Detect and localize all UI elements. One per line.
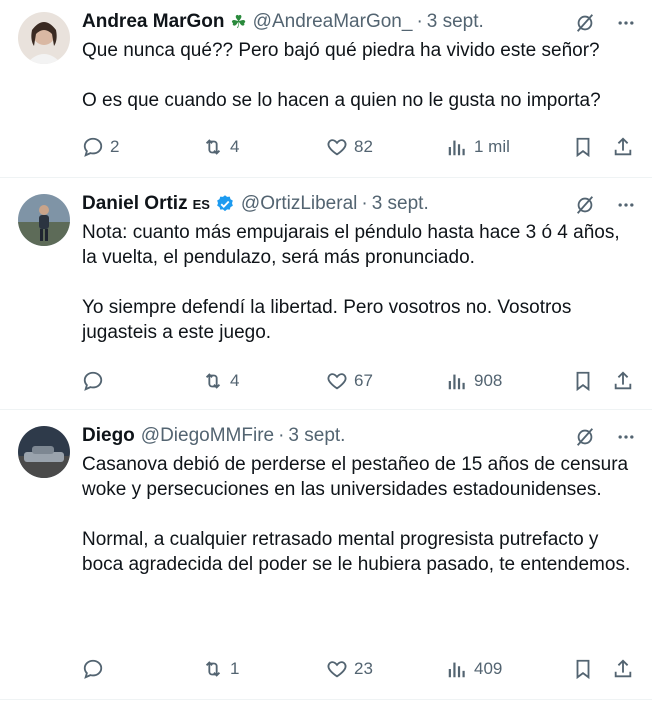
reply-icon	[83, 659, 103, 679]
separator: ·	[416, 11, 423, 32]
heart-icon	[327, 139, 347, 156]
shamrock-icon: ☘	[230, 11, 247, 32]
reply-count: 2	[110, 137, 120, 156]
view-count: 409	[474, 659, 503, 678]
reply-button[interactable]	[82, 658, 202, 680]
views-icon	[448, 374, 465, 390]
bookmark-button[interactable]	[572, 136, 612, 158]
bookmark-button[interactable]	[572, 370, 612, 392]
grok-icon[interactable]	[574, 12, 596, 34]
more-icon[interactable]	[616, 427, 636, 447]
retweet-button[interactable]: 1	[202, 658, 326, 680]
retweet-count: 1	[230, 659, 240, 678]
retweet-button[interactable]: 4	[202, 136, 326, 158]
tweet-date[interactable]: 3 sept.	[427, 11, 484, 33]
author-handle[interactable]: @OrtizLiberal	[241, 193, 357, 215]
avatar[interactable]	[18, 426, 70, 478]
name-tag: ES	[192, 196, 210, 212]
bookmark-icon	[576, 137, 590, 158]
reply-icon	[83, 137, 103, 157]
separator: ·	[361, 193, 368, 214]
retweet-icon	[205, 661, 221, 677]
view-count: 1 mil	[474, 137, 510, 156]
retweet-count: 4	[230, 137, 240, 156]
author-name[interactable]: Andrea MarGon	[82, 11, 225, 33]
retweet-icon	[205, 139, 221, 155]
author-handle[interactable]: @DiegoMMFire	[141, 425, 274, 447]
tweet-text: Que nunca qué?? Pero bajó qué piedra ha …	[82, 40, 601, 111]
grok-icon[interactable]	[574, 426, 596, 448]
tweet-date[interactable]: 3 sept.	[372, 193, 429, 215]
reply-icon	[83, 371, 103, 391]
views-button[interactable]: 908	[446, 370, 572, 392]
grok-icon[interactable]	[574, 194, 596, 216]
like-button[interactable]: 82	[326, 136, 446, 158]
share-button[interactable]	[612, 658, 640, 680]
heart-icon	[327, 373, 347, 390]
views-icon	[448, 662, 465, 678]
view-count: 908	[474, 371, 503, 390]
tweet-andrea[interactable]: Andrea MarGon ☘ @AndreaMarGon_ · 3 sept.…	[0, 0, 652, 178]
retweet-button[interactable]: 4	[202, 370, 326, 392]
share-button[interactable]	[612, 370, 640, 392]
views-button[interactable]: 409	[446, 658, 572, 680]
bookmark-button[interactable]	[572, 658, 612, 680]
share-icon	[614, 371, 632, 390]
avatar[interactable]	[18, 194, 70, 246]
tweet-daniel[interactable]: Daniel Ortiz ES @OrtizLiberal · 3 sept. …	[0, 178, 652, 410]
author-name[interactable]: Diego	[82, 425, 135, 447]
retweet-count: 4	[230, 371, 240, 390]
verified-badge-icon	[215, 194, 235, 214]
retweet-icon	[205, 373, 221, 389]
reply-button[interactable]	[82, 370, 202, 392]
views-icon	[448, 140, 465, 156]
like-button[interactable]: 67	[326, 370, 446, 392]
like-count: 82	[354, 137, 373, 156]
separator: ·	[278, 425, 285, 446]
reply-button[interactable]: 2	[82, 136, 202, 158]
like-count: 23	[354, 659, 373, 678]
more-icon[interactable]	[616, 195, 636, 215]
bookmark-icon	[576, 371, 590, 392]
tweet-date[interactable]: 3 sept.	[288, 425, 345, 447]
avatar[interactable]	[18, 12, 70, 64]
views-button[interactable]: 1 mil	[446, 136, 572, 158]
like-button[interactable]: 23	[326, 658, 446, 680]
tweet-diego[interactable]: Diego @DiegoMMFire · 3 sept. Casanova de…	[0, 410, 652, 700]
like-count: 67	[354, 371, 373, 390]
share-icon	[614, 137, 632, 156]
bookmark-icon	[576, 659, 590, 680]
author-name[interactable]: Daniel Ortiz	[82, 193, 188, 215]
heart-icon	[327, 661, 347, 678]
more-icon[interactable]	[616, 13, 636, 33]
tweet-text: Casanova debió de perderse el pestañeo d…	[82, 454, 631, 575]
tweet-text: Nota: cuanto más empujarais el péndulo h…	[82, 222, 620, 343]
author-handle[interactable]: @AndreaMarGon_	[253, 11, 413, 33]
share-icon	[614, 659, 632, 678]
share-button[interactable]	[612, 136, 640, 158]
